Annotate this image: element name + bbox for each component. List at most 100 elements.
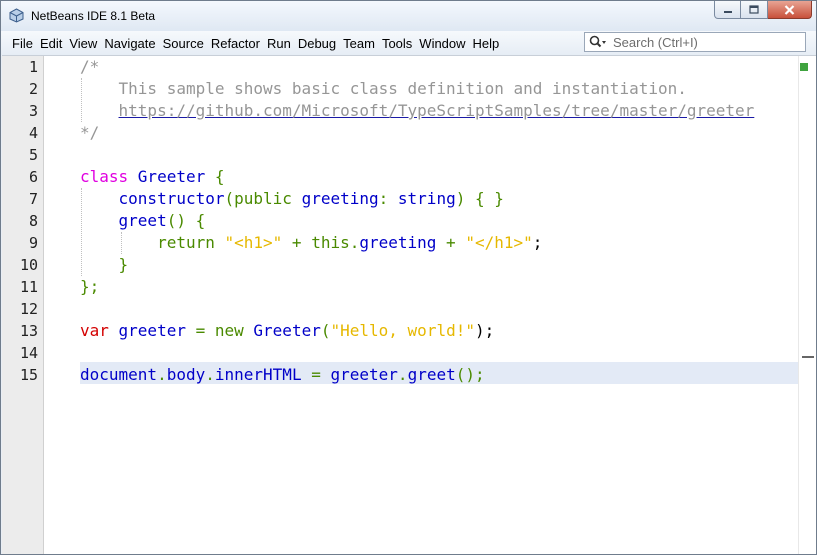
line-number: 5	[28, 146, 38, 164]
code-token: );	[474, 321, 495, 340]
menu-window[interactable]: Window	[419, 36, 465, 51]
menu-navigate[interactable]: Navigate	[104, 36, 155, 51]
line-number: 9	[28, 234, 38, 252]
code-token: */	[80, 123, 100, 142]
code-token: var	[80, 321, 119, 340]
no-errors-marker[interactable]	[800, 63, 808, 71]
code-token: constructor	[118, 189, 225, 208]
code-token: "<h1>"	[224, 233, 283, 252]
code-token: (	[224, 189, 235, 208]
code-token: greeter	[118, 321, 186, 340]
menu-run[interactable]: Run	[267, 36, 291, 51]
line-number: 11	[19, 278, 38, 296]
code-line[interactable]: }	[80, 254, 129, 276]
caret-position-marker	[802, 356, 814, 358]
line-number: 1	[28, 58, 38, 76]
menu-source[interactable]: Source	[163, 36, 204, 51]
code-token: Greeter	[253, 321, 321, 340]
menu-team[interactable]: Team	[343, 36, 375, 51]
code-line[interactable]: /*	[80, 56, 99, 78]
error-stripe[interactable]	[798, 56, 816, 554]
menu-view[interactable]: View	[69, 36, 97, 51]
code-line[interactable]: };	[80, 276, 99, 298]
ide-window: NetBeans IDE 8.1 Beta File Edit View Naviga…	[0, 0, 817, 555]
code-token: +	[436, 233, 466, 252]
code-token: greeting	[301, 189, 379, 208]
maximize-button[interactable]	[741, 1, 768, 19]
code-token: greet	[118, 211, 167, 230]
line-number: 8	[28, 212, 38, 230]
title-bar[interactable]: NetBeans IDE 8.1 Beta	[1, 1, 816, 31]
window-title: NetBeans IDE 8.1 Beta	[31, 9, 156, 23]
code-token: };	[80, 277, 100, 296]
code-line[interactable]: class Greeter {	[80, 166, 225, 188]
code-token: + this.	[282, 233, 360, 252]
code-token: {	[205, 167, 225, 186]
line-number: 3	[28, 102, 38, 120]
code-line[interactable]: This sample shows basic class definition…	[80, 78, 687, 100]
line-number: 7	[28, 190, 38, 208]
line-number: 15	[19, 366, 38, 384]
code-token: string	[397, 189, 456, 208]
code-token: return	[80, 233, 225, 252]
code-token: greet	[407, 365, 456, 384]
line-number: 12	[19, 300, 38, 318]
code-token: class	[80, 167, 138, 186]
code-editor[interactable]: 1 2 3 4 5 6 7 8 9 10 11 12 13 14 15 /* This sample sho…	[2, 55, 816, 554]
code-token: Greeter	[137, 167, 206, 186]
code-token: .	[157, 365, 167, 384]
code-token: public	[234, 189, 302, 208]
code-token[interactable]: https://github.com/Microsoft/TypeScriptS…	[119, 101, 755, 120]
code-token: =	[301, 365, 331, 384]
code-token: }	[80, 255, 129, 274]
code-token: ) { }	[455, 189, 504, 208]
line-number: 10	[19, 256, 38, 274]
code-line[interactable]: https://github.com/Microsoft/TypeScriptS…	[80, 100, 755, 122]
code-token: greeting	[359, 233, 437, 252]
code-token: "Hello, world!"	[330, 321, 475, 340]
search-placeholder: Search (Ctrl+I)	[613, 35, 698, 50]
code-line[interactable]: */	[80, 122, 99, 144]
menu-debug[interactable]: Debug	[298, 36, 336, 51]
search-input[interactable]: Search (Ctrl+I)	[584, 32, 806, 52]
close-button[interactable]	[768, 1, 812, 19]
code-line[interactable]: return "<h1>" + this.greeting + "</h1>";	[80, 232, 542, 254]
close-icon	[784, 4, 795, 15]
line-number: 6	[28, 168, 38, 186]
code-token: greeter	[330, 365, 398, 384]
menu-tools[interactable]: Tools	[382, 36, 412, 51]
menu-edit[interactable]: Edit	[40, 36, 62, 51]
window-controls	[714, 1, 812, 21]
line-number: 4	[28, 124, 38, 142]
code-token: .	[397, 365, 408, 384]
minimize-icon	[723, 10, 732, 13]
line-number: 13	[19, 322, 38, 340]
code-token: /*	[80, 57, 100, 76]
code-token: ();	[455, 365, 485, 384]
line-number: 14	[19, 344, 38, 362]
code-token: = new	[185, 321, 254, 340]
code-token: .	[205, 365, 215, 384]
code-line[interactable]: var greeter = new Greeter("Hello, world!…	[80, 320, 494, 342]
code-line[interactable]: greet() {	[80, 210, 206, 232]
code-token: () {	[166, 211, 206, 230]
code-token: innerHTML	[214, 365, 302, 384]
code-token: This sample shows basic class definition…	[80, 79, 687, 98]
code-token: document	[80, 365, 158, 384]
code-token: ;	[532, 233, 543, 252]
menu-help[interactable]: Help	[473, 36, 500, 51]
menu-refactor[interactable]: Refactor	[211, 36, 260, 51]
menu-items: File Edit View Navigate Source Refactor Run Deb…	[1, 31, 499, 55]
code-line[interactable]: constructor(public greeting: string) { }	[80, 188, 504, 210]
code-line[interactable]: document.body.innerHTML = greeter.greet(…	[80, 364, 485, 386]
menu-bar: File Edit View Navigate Source Refactor Run Deb…	[1, 31, 816, 55]
search-icon	[589, 35, 606, 48]
minimize-button[interactable]	[714, 1, 741, 19]
line-number-gutter: 1 2 3 4 5 6 7 8 9 10 11 12 13 14 15	[2, 56, 44, 554]
code-token: :	[378, 189, 398, 208]
menu-file[interactable]: File	[12, 36, 33, 51]
maximize-icon	[749, 5, 759, 14]
